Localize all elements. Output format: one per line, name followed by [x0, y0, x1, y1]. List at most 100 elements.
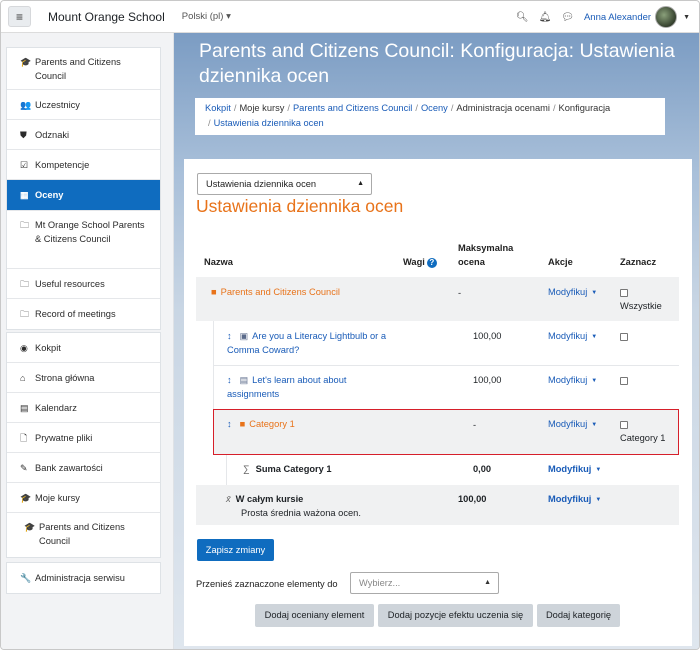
chevron-down-icon[interactable]: ▼ — [683, 14, 690, 21]
shield-icon: ⛊ — [20, 130, 27, 140]
user-name[interactable]: Anna Alexander — [584, 12, 651, 23]
select-checkbox[interactable] — [620, 288, 628, 297]
move-target-placeholder: Wybierz... — [359, 578, 401, 588]
sidebar-item-section-1[interactable]: 🗀 Mt Orange School Parents & Citizens Co… — [7, 211, 160, 269]
edit-menu-label: Modyfikuj — [548, 375, 588, 385]
sidebar-item-label: Mt Orange School Parents & Citizens Coun… — [35, 220, 145, 244]
sidebar-item-dashboard[interactable]: ◉ Kokpit — [7, 333, 160, 363]
edit-menu[interactable]: Modyfikuj ▼ — [548, 373, 597, 388]
sidebar-admin-block: 🔧 Administracja serwisu — [6, 562, 161, 594]
browser-frame: ≡ Mount Orange School Polski (pl) ▾ 🔍︎ 🔔… — [0, 0, 700, 650]
table-icon: ▦ — [20, 190, 29, 200]
report-selector[interactable]: Ustawienia dziennika ocen ▲ — [197, 173, 372, 195]
calendar-icon: ▤ — [20, 403, 29, 413]
breadcrumb-item[interactable]: Parents and Citizens Council — [293, 103, 412, 113]
search-icon[interactable]: 🔍︎ — [516, 12, 529, 23]
sidebar-item-participants[interactable]: 👥 Uczestnicy — [7, 90, 160, 120]
edit-menu[interactable]: Modyfikuj ▼ — [548, 329, 597, 344]
breadcrumb-item[interactable]: Oceny — [421, 103, 448, 113]
move-icon[interactable]: ↕ — [227, 375, 232, 385]
sidebar-item-label: Kalendarz — [35, 403, 77, 413]
chevron-down-icon: ▼ — [595, 496, 602, 503]
sidebar-item-section-3[interactable]: 🗀 Record of meetings — [7, 299, 160, 329]
sidebar-item-label: Useful resources — [35, 279, 105, 289]
edit-menu-label: Modyfikuj — [548, 494, 592, 504]
header-name: Nazwa — [204, 257, 233, 267]
sidebar-item-label: Parents and Citizens Council — [35, 57, 121, 81]
add-category-button[interactable]: Dodaj kategorię — [537, 604, 620, 627]
bell-icon[interactable]: 🔔︎ — [539, 12, 552, 23]
chevron-down-icon: ▾ — [226, 11, 231, 22]
sidebar-item-label: Odznaki — [35, 130, 70, 140]
sidebar-item-badges[interactable]: ⛊ Odznaki — [7, 120, 160, 150]
select-checkbox[interactable] — [620, 376, 628, 385]
sidebar-item-content-bank[interactable]: ✎ Bank zawartości — [7, 453, 160, 483]
sidebar-item-section-2[interactable]: 🗀 Useful resources — [7, 269, 160, 299]
help-icon[interactable]: ? — [426, 257, 437, 268]
sidebar-item-course-link[interactable]: 🎓 Parents and Citizens Council — [7, 513, 160, 557]
chevron-down-icon: ▼ — [591, 333, 598, 340]
sidebar-item-label: Administracja serwisu — [35, 573, 125, 583]
breadcrumb-item[interactable]: Konfiguracja — [559, 103, 611, 113]
users-icon: 👥 — [20, 100, 32, 110]
sidebar-item-label: Strona główna — [35, 373, 95, 383]
edit-menu[interactable]: Modyfikuj ▼ — [548, 462, 601, 477]
edit-menu-label: Modyfikuj — [548, 331, 588, 341]
breadcrumb-item[interactable]: Ustawienia dziennika ocen — [214, 118, 324, 128]
site-name-link[interactable]: Mount Orange School — [48, 10, 165, 24]
sidebar-course-block: 🎓 Parents and Citizens Council 👥 Uczestn… — [6, 47, 161, 330]
chat-icon[interactable]: 💬︎ — [561, 12, 574, 23]
chevron-down-icon: ▼ — [591, 289, 598, 296]
edit-menu-label: Modyfikuj — [548, 464, 592, 474]
grade-item-name-cell: ↕ ▣ Are you a Literacy Lightbulb or a Comm… — [227, 329, 397, 357]
grade-item-name-cell: ↕ ▤ Let's learn about about assignments — [227, 373, 397, 401]
edit-menu-label: Modyfikuj — [548, 287, 588, 297]
header-weights-label: Wagi — [403, 257, 425, 267]
sidebar-item-site-admin[interactable]: 🔧 Administracja serwisu — [7, 563, 160, 593]
avatar[interactable] — [655, 6, 678, 28]
grade-item-link[interactable]: Are you a Literacy Lightbulb or a Comma … — [227, 331, 386, 355]
sidebar-item-home[interactable]: ⌂ Strona główna — [7, 363, 160, 393]
breadcrumb-item[interactable]: Kokpit — [205, 103, 231, 113]
edit-menu[interactable]: Modyfikuj ▼ — [548, 492, 601, 507]
select-all-cell: Wszystkie — [620, 285, 662, 313]
wrench-icon: 🔧 — [20, 573, 32, 583]
assignment-icon: ▤ — [239, 375, 249, 385]
move-target-select[interactable]: Wybierz... ▲ — [350, 572, 499, 594]
header-max-grade: Maksymalna ocena — [458, 243, 514, 267]
sidebar-item-grades[interactable]: ▦ Oceny — [7, 180, 160, 211]
breadcrumb-item[interactable]: Moje kursy — [239, 103, 284, 113]
save-changes-button[interactable]: Zapisz zmiany — [197, 539, 274, 561]
sidebar-item-competencies[interactable]: ☑ Kompetencje — [7, 150, 160, 180]
select-cell — [620, 329, 628, 343]
sidebar-item-my-courses[interactable]: 🎓 Moje kursy — [7, 483, 160, 513]
select-all-label: Wszystkie — [620, 301, 662, 311]
breadcrumb: Kokpit / Moje kursy / Parents and Citizens C… — [195, 98, 665, 135]
sidebar-item-calendar[interactable]: ▤ Kalendarz — [7, 393, 160, 423]
category-name-link[interactable]: Parents and Citizens Council — [221, 287, 340, 297]
sidebar-item-label: Oceny — [35, 190, 64, 200]
breadcrumb-item[interactable]: Administracja ocenami — [456, 103, 550, 113]
move-icon[interactable]: ↕ — [227, 331, 232, 341]
edit-menu[interactable]: Modyfikuj ▼ — [548, 285, 597, 300]
add-grade-item-button[interactable]: Dodaj oceniany element — [255, 604, 374, 627]
top-navbar: ≡ Mount Orange School Polski (pl) ▾ 🔍︎ 🔔… — [1, 1, 699, 33]
hamburger-menu-button[interactable]: ≡ — [8, 6, 31, 27]
max-grade-cell: 0,00 — [473, 464, 492, 474]
sidebar-item-private-files[interactable]: 🗋 Prywatne pliki — [7, 423, 160, 453]
report-selector-value: Ustawienia dziennika ocen — [206, 179, 317, 189]
language-menu[interactable]: Polski (pl) ▾ — [182, 11, 231, 22]
select-cell — [620, 373, 628, 387]
sidebar-item-label: Kokpit — [35, 343, 61, 353]
sidebar-item-course[interactable]: 🎓 Parents and Citizens Council — [7, 48, 160, 90]
add-outcome-item-button[interactable]: Dodaj pozycje efektu uczenia się — [378, 604, 533, 627]
section-heading: Ustawienia dziennika ocen — [196, 196, 404, 216]
chevron-down-icon: ▼ — [595, 466, 602, 473]
max-grade-cell: 100,00 — [458, 494, 487, 504]
sidebar-item-label: Moje kursy — [35, 493, 80, 503]
file-icon: 🗋 — [20, 433, 28, 443]
assignment-icon: ▣ — [239, 331, 249, 341]
language-label: Polski (pl) — [181, 11, 224, 22]
brush-icon: ✎ — [20, 463, 28, 473]
select-checkbox[interactable] — [620, 332, 628, 341]
